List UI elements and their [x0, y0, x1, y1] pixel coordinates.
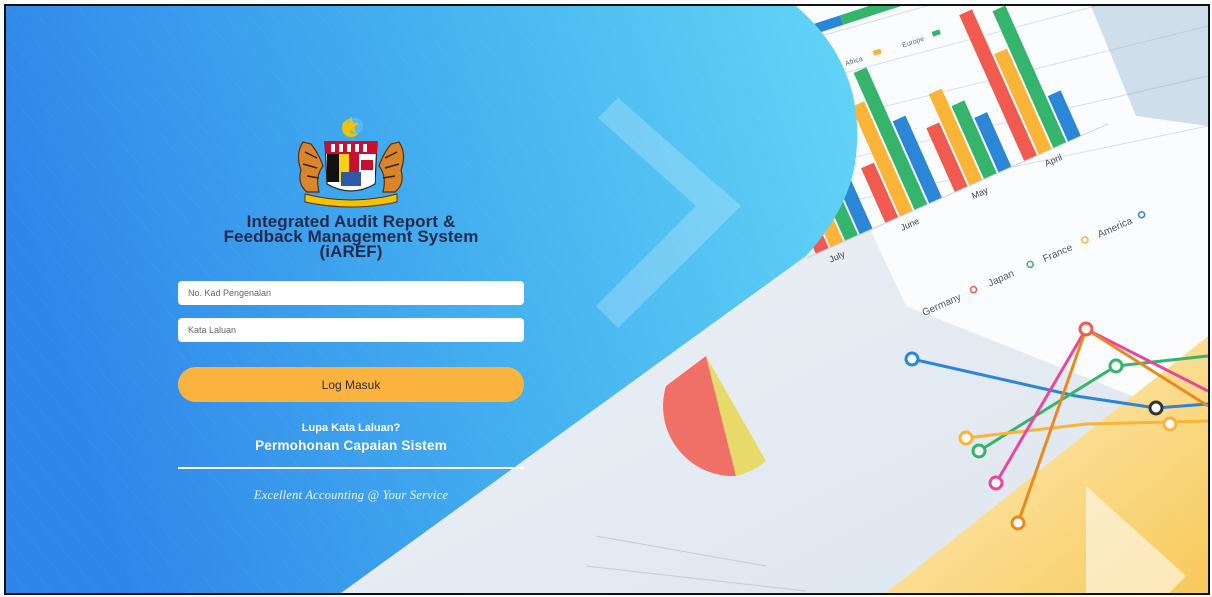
coat-of-arms-logo [297, 116, 405, 208]
login-page: July June May April Germany Japan France… [4, 4, 1210, 595]
ic-number-input[interactable] [178, 281, 524, 305]
login-button[interactable]: Log Masuk [178, 367, 524, 402]
password-input[interactable] [178, 318, 524, 342]
forgot-password-link[interactable]: Lupa Kata Laluan? [178, 422, 524, 434]
tagline: Excellent Accounting @ Your Service [253, 487, 449, 502]
app-title-line: (iAREF) [319, 242, 383, 261]
divider [178, 467, 524, 469]
app-title: Integrated Audit Report & Feedback Manag… [178, 213, 524, 261]
login-panel: Integrated Audit Report & Feedback Manag… [178, 114, 524, 503]
request-access-link[interactable]: Permohonan Capaian Sistem [178, 438, 524, 453]
